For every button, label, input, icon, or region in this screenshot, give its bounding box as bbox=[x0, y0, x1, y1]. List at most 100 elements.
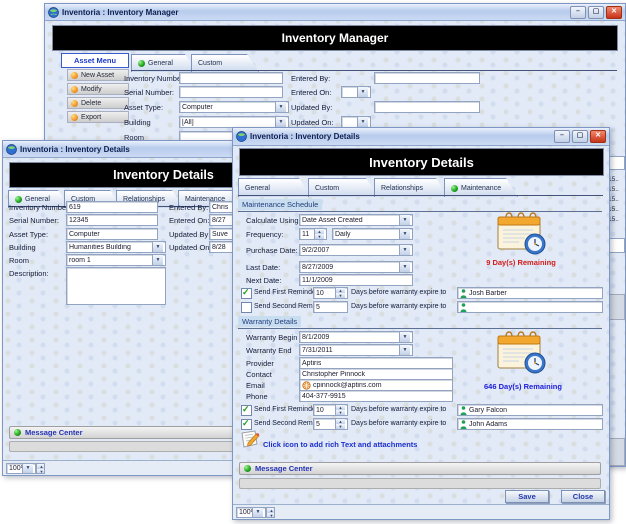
tab-label: General bbox=[25, 196, 50, 203]
up-down-arrows-icon[interactable] bbox=[267, 508, 275, 517]
status-bar: 100% bbox=[233, 504, 609, 519]
title-bar[interactable]: Inventoria : Inventory Manager – ▢ ✕ bbox=[45, 4, 625, 21]
maximize-button[interactable]: ▢ bbox=[588, 6, 604, 19]
chevron-down-icon[interactable] bbox=[399, 332, 410, 342]
inventory-number-field[interactable] bbox=[179, 72, 283, 84]
notepad-pencil-icon[interactable] bbox=[239, 429, 261, 451]
warranty-end-select[interactable]: 7/31/2011 bbox=[299, 344, 413, 356]
first-reminder-recipient-field[interactable]: Josh Barber bbox=[457, 287, 603, 299]
title-bar[interactable]: Inventoria : Inventory Details – ▢ ✕ bbox=[233, 128, 609, 146]
send-first-reminder-checkbox[interactable] bbox=[241, 288, 252, 299]
message-center-bar[interactable]: Message Center bbox=[239, 462, 601, 475]
asset-type-field[interactable]: Computer bbox=[66, 228, 158, 240]
warranty-first-days-stepper[interactable]: 10 bbox=[313, 404, 348, 416]
phone-field[interactable]: 404-377-9915 bbox=[299, 390, 453, 402]
orange-bullet-icon bbox=[71, 114, 78, 121]
description-textarea[interactable] bbox=[66, 267, 166, 305]
serial-number-label: Serial Number: bbox=[124, 88, 174, 97]
chevron-down-icon[interactable] bbox=[275, 102, 286, 112]
save-button[interactable]: Save bbox=[505, 490, 549, 503]
building-select[interactable]: Humanities Building bbox=[66, 241, 166, 253]
chevron-down-icon[interactable] bbox=[22, 464, 33, 473]
chevron-down-icon[interactable] bbox=[152, 242, 163, 252]
chevron-down-icon[interactable] bbox=[399, 215, 410, 225]
chevron-down-icon[interactable] bbox=[399, 245, 410, 255]
updated-by-field[interactable] bbox=[374, 101, 480, 113]
frequency-unit-select[interactable]: Daily bbox=[332, 228, 413, 240]
sidebar-item-new-asset[interactable]: New Asset bbox=[67, 69, 129, 81]
phone-label: Phone bbox=[246, 392, 268, 401]
calculate-using-select[interactable]: Date Asset Created bbox=[299, 214, 413, 226]
sidebar-item-modify[interactable]: Modify bbox=[67, 83, 129, 95]
next-date-label: Next Date: bbox=[246, 276, 281, 285]
inventory-number-field[interactable]: 619 bbox=[66, 201, 158, 213]
sidebar-item-label: Modify bbox=[81, 86, 102, 93]
send-second-reminder-checkbox[interactable] bbox=[241, 302, 252, 313]
tab-label: Custom bbox=[315, 185, 339, 192]
entered-on-label: Entered On: bbox=[291, 88, 331, 97]
second-reminder-recipient-field[interactable] bbox=[457, 301, 603, 313]
updated-on-label: Updated On: bbox=[291, 118, 334, 127]
up-down-arrows-icon[interactable] bbox=[314, 229, 324, 239]
asset-type-select[interactable]: Computer bbox=[179, 101, 289, 113]
chevron-down-icon[interactable] bbox=[357, 87, 368, 97]
chevron-down-icon[interactable] bbox=[399, 229, 410, 239]
entered-on-select[interactable] bbox=[341, 86, 371, 98]
serial-number-field[interactable] bbox=[179, 86, 283, 98]
message-center-label: Message Center bbox=[255, 464, 313, 473]
last-date-select[interactable]: 8/27/2009 bbox=[299, 261, 413, 273]
section-divider bbox=[238, 211, 602, 212]
up-down-arrows-icon[interactable] bbox=[335, 288, 345, 298]
zoom-select[interactable]: 100% bbox=[6, 463, 36, 474]
entered-by-field[interactable] bbox=[374, 72, 480, 84]
warranty-first-reminder-checkbox[interactable] bbox=[241, 405, 252, 416]
chevron-down-icon[interactable] bbox=[275, 117, 286, 127]
chevron-down-icon[interactable] bbox=[357, 117, 368, 127]
second-reminder-days-field[interactable]: 5 bbox=[313, 301, 348, 313]
calculate-using-label: Calculate Using: bbox=[246, 216, 301, 225]
asset-type-label: Asset Type: bbox=[124, 103, 163, 112]
zoom-stepper[interactable] bbox=[266, 507, 275, 518]
up-down-arrows-icon[interactable] bbox=[37, 464, 45, 473]
entered-by-label: Entered By: bbox=[291, 74, 330, 83]
chevron-down-icon[interactable] bbox=[252, 508, 263, 517]
purchase-date-select[interactable]: 9/2/2007 bbox=[299, 244, 413, 256]
provider-label: Provider bbox=[246, 359, 274, 368]
close-button[interactable]: Close bbox=[561, 490, 605, 503]
zoom-select[interactable]: 100% bbox=[236, 507, 266, 518]
next-date-field[interactable]: 11/1/2009 bbox=[299, 274, 413, 286]
person-icon bbox=[460, 406, 467, 415]
frequency-stepper[interactable]: 11 bbox=[299, 228, 327, 240]
chevron-down-icon[interactable] bbox=[399, 262, 410, 272]
calendar-clock-icon bbox=[495, 329, 547, 380]
last-date-label: Last Date: bbox=[246, 263, 280, 272]
close-button[interactable]: ✕ bbox=[590, 130, 606, 143]
sidebar-item-delete[interactable]: Delete bbox=[67, 97, 129, 109]
zoom-stepper[interactable] bbox=[36, 463, 45, 474]
send-first-reminder-label: Send First Reminder bbox=[254, 289, 318, 296]
warranty-second-recipient-field[interactable]: John Adams bbox=[457, 418, 603, 430]
app-globe-icon bbox=[6, 144, 17, 155]
page-banner: Inventory Manager bbox=[52, 25, 618, 51]
window-title: Inventoria : Inventory Manager bbox=[62, 8, 178, 17]
room-select[interactable]: room 1 bbox=[66, 254, 166, 266]
tab-label: Custom bbox=[198, 60, 222, 67]
minimize-button[interactable]: – bbox=[570, 6, 586, 19]
green-dot-icon bbox=[451, 185, 458, 192]
close-button[interactable]: ✕ bbox=[606, 6, 622, 19]
warranty-second-days-stepper[interactable]: 5 bbox=[313, 418, 348, 430]
maximize-button[interactable]: ▢ bbox=[572, 130, 588, 143]
sidebar-item-export[interactable]: Export bbox=[67, 111, 129, 123]
warranty-begin-select[interactable]: 8/1/2009 bbox=[299, 331, 413, 343]
warranty-details-section-title: Warranty Details bbox=[238, 316, 301, 327]
days-before-warranty-label: Days before warranty expire to bbox=[351, 303, 446, 310]
first-reminder-days-stepper[interactable]: 10 bbox=[313, 287, 348, 299]
minimize-button[interactable]: – bbox=[554, 130, 570, 143]
email-label: Email bbox=[246, 381, 265, 390]
serial-number-field[interactable]: 12345 bbox=[66, 214, 158, 226]
up-down-arrows-icon[interactable] bbox=[335, 419, 345, 429]
chevron-down-icon[interactable] bbox=[399, 345, 410, 355]
chevron-down-icon[interactable] bbox=[152, 255, 163, 265]
warranty-first-recipient-field[interactable]: Gary Falcon bbox=[457, 404, 603, 416]
up-down-arrows-icon[interactable] bbox=[335, 405, 345, 415]
